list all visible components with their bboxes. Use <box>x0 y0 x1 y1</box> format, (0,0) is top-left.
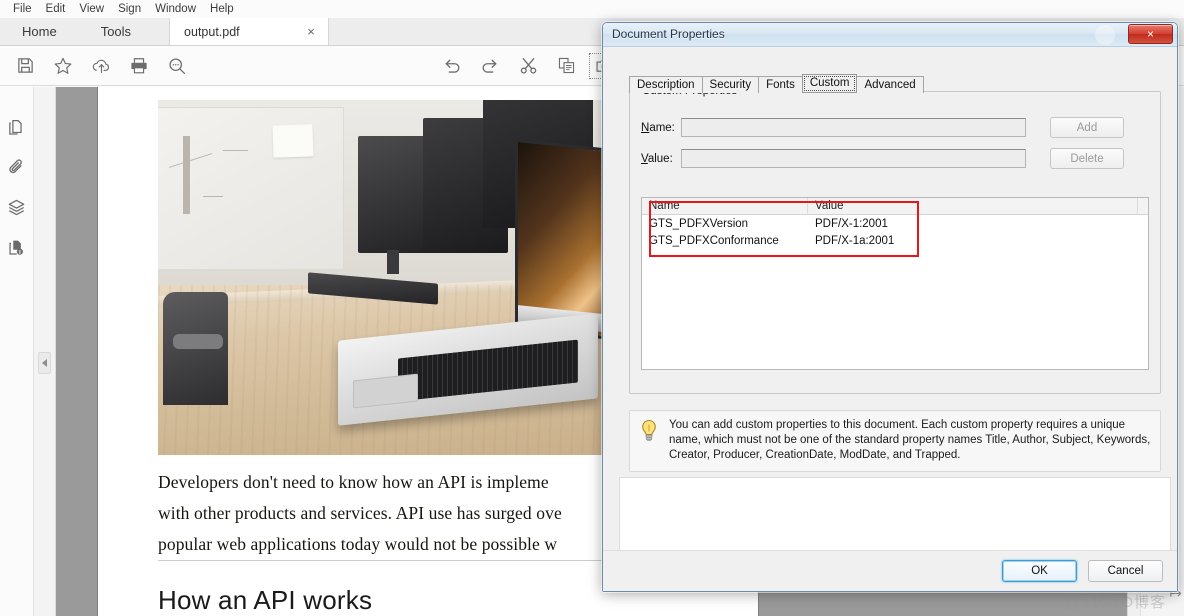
ok-button[interactable]: OK <box>1002 560 1077 582</box>
tab-fonts[interactable]: Fonts <box>758 76 803 93</box>
copy-icon[interactable] <box>549 51 583 81</box>
custom-properties-list[interactable]: Name Value GTS_PDFXVersion PDF/X-1:2001 … <box>641 197 1149 370</box>
undo-icon[interactable] <box>435 51 469 81</box>
hint-panel: You can add custom properties to this do… <box>629 410 1161 472</box>
name-field-label: Name: <box>641 121 675 134</box>
dialog-title: Document Properties <box>612 27 725 41</box>
dialog-body: Description Security Fonts Custom Advanc… <box>603 47 1177 591</box>
menu-item-edit[interactable]: Edit <box>39 0 73 18</box>
tools-button[interactable]: Tools <box>78 18 154 45</box>
scissors-icon[interactable] <box>511 51 545 81</box>
cell-name: GTS_PDFXVersion <box>649 217 749 230</box>
menu-item-view[interactable]: View <box>72 0 111 18</box>
tab-custom[interactable]: Custom <box>801 74 858 93</box>
table-row[interactable]: GTS_PDFXVersion PDF/X-1:2001 <box>642 215 1148 232</box>
panel-collapse-strip <box>34 87 56 616</box>
custom-properties-group: Custom Properties Name: Add Value: Delet… <box>629 85 1161 394</box>
home-button[interactable]: Home <box>0 18 79 45</box>
save-icon[interactable] <box>8 51 42 81</box>
layers-icon[interactable] <box>2 187 32 227</box>
document-properties-dialog: Document Properties × Description Securi… <box>601 21 1179 593</box>
close-icon[interactable]: × <box>1128 24 1173 44</box>
delete-button[interactable]: Delete <box>1050 148 1124 169</box>
name-input[interactable] <box>681 118 1026 137</box>
table-row[interactable]: GTS_PDFXConformance PDF/X-1a:2001 <box>642 232 1148 249</box>
add-button[interactable]: Add <box>1050 117 1124 138</box>
redo-icon[interactable] <box>473 51 507 81</box>
value-field-label: Value: <box>641 152 673 165</box>
cell-name: GTS_PDFXConformance <box>649 234 779 247</box>
list-header-row: Name Value <box>642 197 1148 215</box>
document-photo <box>158 100 658 455</box>
tab-description[interactable]: Description <box>629 76 703 93</box>
dialog-tab-bar: Description Security Fonts Custom Advanc… <box>629 74 924 93</box>
cell-value: PDF/X-1:2001 <box>815 217 888 230</box>
page-thumbnails-icon[interactable] <box>2 107 32 147</box>
menu-item-window[interactable]: Window <box>148 0 203 18</box>
left-navigation-rail <box>0 87 34 616</box>
lightbulb-icon <box>639 418 659 464</box>
cancel-button[interactable]: Cancel <box>1088 560 1163 582</box>
menu-bar: File Edit View Sign Window Help <box>0 0 1184 18</box>
value-field-row: Value: Delete <box>641 148 1124 169</box>
document-tab-label: output.pdf <box>184 24 240 39</box>
value-input[interactable] <box>681 149 1026 168</box>
tab-security[interactable]: Security <box>701 76 760 93</box>
upload-cloud-icon[interactable] <box>84 51 118 81</box>
document-tab-output-pdf[interactable]: output.pdf × <box>169 18 330 45</box>
star-icon[interactable] <box>46 51 80 81</box>
search-icon[interactable] <box>160 51 194 81</box>
document-info-icon[interactable] <box>2 227 32 267</box>
close-icon[interactable]: × <box>304 25 318 39</box>
name-field-row: Name: Add <box>641 117 1124 138</box>
dialog-footer: OK Cancel <box>603 550 1177 591</box>
print-icon[interactable] <box>122 51 156 81</box>
tab-advanced[interactable]: Advanced <box>856 76 924 93</box>
collapse-arrow-icon[interactable] <box>38 352 51 374</box>
menu-item-help[interactable]: Help <box>203 0 241 18</box>
cell-value: PDF/X-1a:2001 <box>815 234 895 247</box>
column-header-value[interactable]: Value <box>808 197 1138 215</box>
attachments-icon[interactable] <box>2 147 32 187</box>
column-header-name[interactable]: Name <box>642 197 808 215</box>
menu-item-sign[interactable]: Sign <box>111 0 148 18</box>
hint-text: You can add custom properties to this do… <box>669 419 1151 461</box>
dialog-title-glow <box>1095 25 1115 45</box>
menu-item-file[interactable]: File <box>6 0 39 18</box>
column-header-extra[interactable] <box>1138 198 1148 215</box>
dialog-title-bar[interactable]: Document Properties × <box>603 23 1177 47</box>
